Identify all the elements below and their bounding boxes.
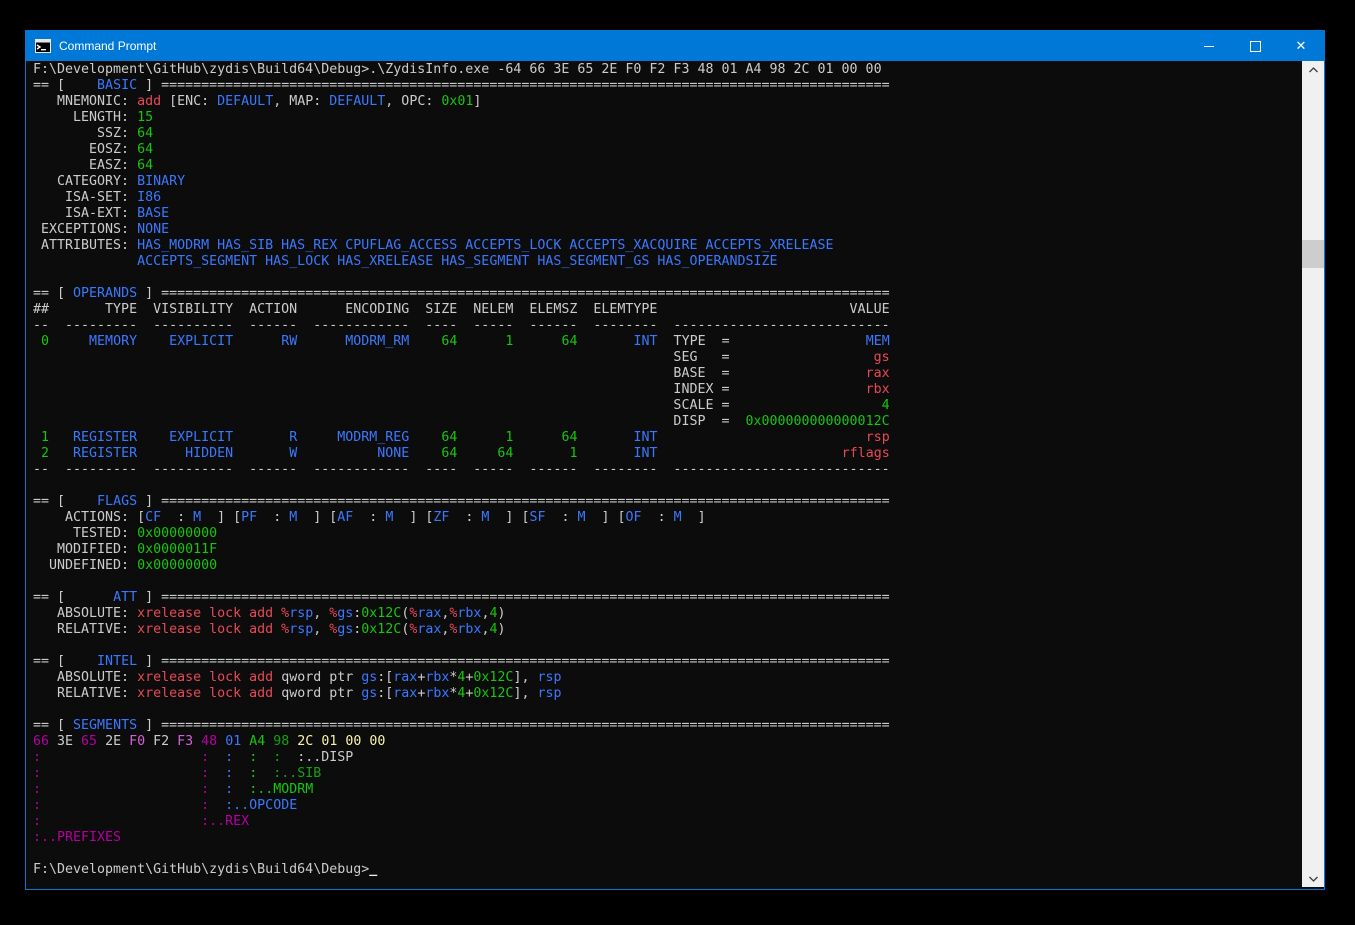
- chevron-up-icon: [1309, 67, 1318, 73]
- console-line: [33, 638, 1302, 654]
- minimize-icon: [1204, 46, 1214, 47]
- console-line: F:\Development\GitHub\zydis\Build64\Debu…: [33, 862, 1302, 878]
- console-line: EOSZ: 64: [33, 142, 1302, 158]
- console-line: ISA-SET: I86: [33, 190, 1302, 206]
- console-line: ATTRIBUTES: HAS_MODRM HAS_SIB HAS_REX CP…: [33, 238, 1302, 254]
- console-line: EASZ: 64: [33, 158, 1302, 174]
- console-line: LENGTH: 15: [33, 110, 1302, 126]
- console-line: INDEX = rbx: [33, 382, 1302, 398]
- console-line: BASE = rax: [33, 366, 1302, 382]
- console-line: MODIFIED: 0x0000011F: [33, 542, 1302, 558]
- console-line: [33, 702, 1302, 718]
- console-line: == [ FLAGS ] ===========================…: [33, 494, 1302, 510]
- console-line: SSZ: 64: [33, 126, 1302, 142]
- scroll-up-button[interactable]: [1302, 61, 1324, 78]
- console-line: : : : :..MODRM: [33, 782, 1302, 798]
- window-controls: ✕: [1186, 31, 1324, 61]
- console-line: F:\Development\GitHub\zydis\Build64\Debu…: [33, 62, 1302, 78]
- console-line: [33, 270, 1302, 286]
- console-line: 1 REGISTER EXPLICIT R MODRM_REG 64 1 64 …: [33, 430, 1302, 446]
- console-line: [33, 846, 1302, 862]
- console-line: [33, 574, 1302, 590]
- console-line: 66 3E 65 2E F0 F2 F3 48 01 A4 98 2C 01 0…: [33, 734, 1302, 750]
- console-line: == [ ATT ] =============================…: [33, 590, 1302, 606]
- console-line: -- --------- ---------- ------ ---------…: [33, 318, 1302, 334]
- console-line: 2 REGISTER HIDDEN W NONE 64 64 1 INT rfl…: [33, 446, 1302, 462]
- scroll-down-button[interactable]: [1302, 870, 1324, 887]
- minimize-button[interactable]: [1186, 31, 1232, 61]
- scrollbar: [1302, 61, 1324, 887]
- console-line: ABSOLUTE: xrelease lock add %rsp, %gs:0x…: [33, 606, 1302, 622]
- console-line: SEG = gs: [33, 350, 1302, 366]
- maximize-button[interactable]: [1232, 31, 1278, 61]
- console-line: : :..REX: [33, 814, 1302, 830]
- console-line: ABSOLUTE: xrelease lock add qword ptr gs…: [33, 670, 1302, 686]
- cmd-icon: [35, 39, 51, 53]
- close-button[interactable]: ✕: [1278, 31, 1324, 61]
- console-line: SCALE = 4: [33, 398, 1302, 414]
- console-line: RELATIVE: xrelease lock add %rsp, %gs:0x…: [33, 622, 1302, 638]
- console-output[interactable]: F:\Development\GitHub\zydis\Build64\Debu…: [26, 61, 1302, 887]
- console-line: RELATIVE: xrelease lock add qword ptr gs…: [33, 686, 1302, 702]
- console-line: : : : : : :..DISP: [33, 750, 1302, 766]
- console-line: ## TYPE VISIBILITY ACTION ENCODING SIZE …: [33, 302, 1302, 318]
- console-line: : : :..OPCODE: [33, 798, 1302, 814]
- console-line: == [ SEGMENTS ] ========================…: [33, 718, 1302, 734]
- console-line: MNEMONIC: add [ENC: DEFAULT, MAP: DEFAUL…: [33, 94, 1302, 110]
- console-line: ACTIONS: [CF : M ] [PF : M ] [AF : M ] […: [33, 510, 1302, 526]
- console-line: ISA-EXT: BASE: [33, 206, 1302, 222]
- console-line: DISP = 0x000000000000012C: [33, 414, 1302, 430]
- title-bar[interactable]: Command Prompt ✕: [26, 31, 1324, 61]
- console-line: EXCEPTIONS: NONE: [33, 222, 1302, 238]
- console-line: [33, 478, 1302, 494]
- close-icon: ✕: [1296, 40, 1307, 53]
- scrollbar-track[interactable]: [1302, 78, 1324, 870]
- console-line: == [ INTEL ] ===========================…: [33, 654, 1302, 670]
- console-line: == [ BASIC ] ===========================…: [33, 78, 1302, 94]
- console-line: ACCEPTS_SEGMENT HAS_LOCK HAS_XRELEASE HA…: [33, 254, 1302, 270]
- scrollbar-thumb[interactable]: [1302, 240, 1324, 268]
- console-line: == [ OPERANDS ] ========================…: [33, 286, 1302, 302]
- command-prompt-window: Command Prompt ✕ F:\Development\GitHub\z…: [25, 30, 1325, 890]
- console-line: UNDEFINED: 0x00000000: [33, 558, 1302, 574]
- chevron-down-icon: [1309, 876, 1318, 882]
- window-title: Command Prompt: [59, 39, 156, 53]
- console-line: TESTED: 0x00000000: [33, 526, 1302, 542]
- maximize-icon: [1250, 41, 1261, 52]
- console-line: :..PREFIXES: [33, 830, 1302, 846]
- console-line: CATEGORY: BINARY: [33, 174, 1302, 190]
- console-line: 0 MEMORY EXPLICIT RW MODRM_RM 64 1 64 IN…: [33, 334, 1302, 350]
- console-line: -- --------- ---------- ------ ---------…: [33, 462, 1302, 478]
- window-content: F:\Development\GitHub\zydis\Build64\Debu…: [26, 61, 1324, 887]
- console-line: : : : : :..SIB: [33, 766, 1302, 782]
